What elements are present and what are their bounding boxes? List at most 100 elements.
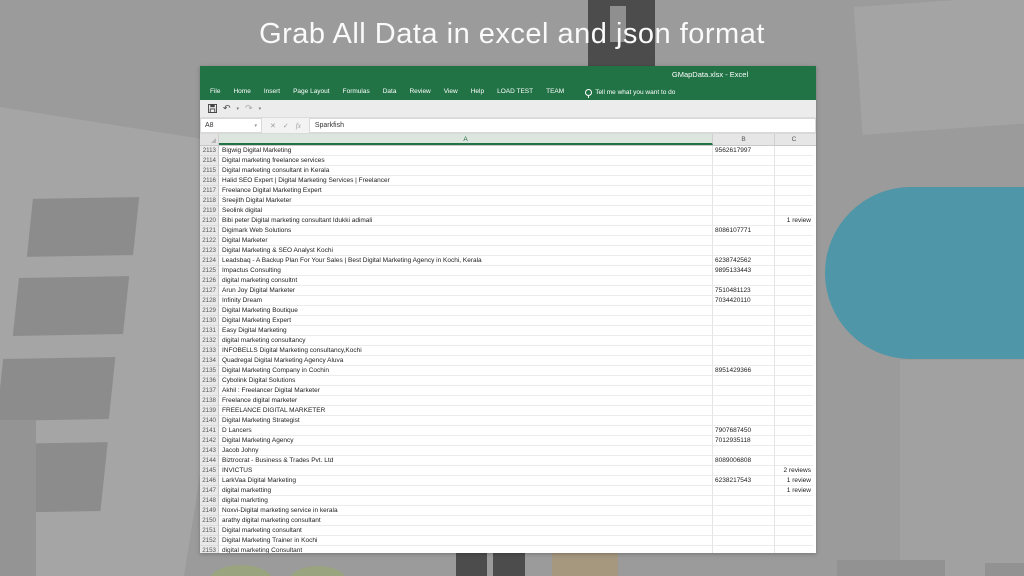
cancel-icon[interactable]: ✕ <box>270 122 276 130</box>
name-box[interactable]: A8 ▾ <box>200 118 262 133</box>
row-header[interactable]: 2125 <box>200 266 219 276</box>
cell-name[interactable]: digital marketing Consultant <box>219 546 713 553</box>
ribbon-tab-file[interactable]: File <box>210 84 220 100</box>
cell-reviews[interactable] <box>775 176 813 186</box>
cell-reviews[interactable] <box>775 416 813 426</box>
cell-reviews[interactable] <box>775 446 813 456</box>
cell-phone[interactable] <box>713 546 775 553</box>
cell-reviews[interactable]: 1 review <box>775 486 813 496</box>
column-header-c[interactable]: C <box>775 134 813 145</box>
cell-reviews[interactable] <box>775 206 813 216</box>
cell-phone[interactable] <box>713 416 775 426</box>
cell-name[interactable]: Noxvi-Digital marketing service in keral… <box>219 506 713 516</box>
cell-name[interactable]: Digital marketing consultant <box>219 526 713 536</box>
cell-reviews[interactable] <box>775 346 813 356</box>
row-header[interactable]: 2131 <box>200 326 219 336</box>
cell-name[interactable]: Biztrocrat - Business & Trades Pvt. Ltd <box>219 456 713 466</box>
row-header[interactable]: 2115 <box>200 166 219 176</box>
row-header[interactable]: 2129 <box>200 306 219 316</box>
cell-phone[interactable] <box>713 166 775 176</box>
cell-phone[interactable] <box>713 346 775 356</box>
qat-customize-icon[interactable]: ▾ <box>259 106 262 112</box>
cell-name[interactable]: Arun Joy Digital Marketer <box>219 286 713 296</box>
row-header[interactable]: 2128 <box>200 296 219 306</box>
cell-phone[interactable]: 6238742562 <box>713 256 775 266</box>
save-icon[interactable] <box>208 104 217 113</box>
row-header[interactable]: 2140 <box>200 416 219 426</box>
undo-icon[interactable]: ↶ <box>223 104 231 113</box>
cell-phone[interactable] <box>713 206 775 216</box>
cell-name[interactable]: Freelance Digital Marketing Expert <box>219 186 713 196</box>
cell-name[interactable]: Digital Marketer <box>219 236 713 246</box>
row-header[interactable]: 2145 <box>200 466 219 476</box>
cell-name[interactable]: Digital Marketing Trainer in Kochi <box>219 536 713 546</box>
redo-icon[interactable]: ↷ <box>245 104 253 113</box>
cell-name[interactable]: INVICTUS <box>219 466 713 476</box>
cell-reviews[interactable] <box>775 186 813 196</box>
cell-name[interactable]: Seolink digital <box>219 206 713 216</box>
cell-phone[interactable] <box>713 526 775 536</box>
ribbon-tab-load-test[interactable]: LOAD TEST <box>497 84 533 100</box>
column-header-a[interactable]: A <box>219 134 713 145</box>
row-header[interactable]: 2148 <box>200 496 219 506</box>
cell-reviews[interactable] <box>775 356 813 366</box>
cell-name[interactable]: Bigwig Digital Marketing <box>219 146 713 156</box>
cell-reviews[interactable] <box>775 246 813 256</box>
cell-name[interactable]: D Lancers <box>219 426 713 436</box>
cell-phone[interactable] <box>713 376 775 386</box>
cell-name[interactable]: Quadregal Digital Marketing Agency Aluva <box>219 356 713 366</box>
cell-name[interactable]: digital marketing consultnt <box>219 276 713 286</box>
cell-phone[interactable] <box>713 486 775 496</box>
cell-name[interactable]: digital marketing consultancy <box>219 336 713 346</box>
cell-reviews[interactable] <box>775 496 813 506</box>
cell-phone[interactable] <box>713 236 775 246</box>
cell-name[interactable]: Akhil : Freelancer Digital Marketer <box>219 386 713 396</box>
cell-reviews[interactable] <box>775 516 813 526</box>
cell-name[interactable]: Digital Marketing Agency <box>219 436 713 446</box>
row-header[interactable]: 2134 <box>200 356 219 366</box>
cell-name[interactable]: Digital Marketing & SEO Analyst Kochi <box>219 246 713 256</box>
row-header[interactable]: 2143 <box>200 446 219 456</box>
row-header[interactable]: 2136 <box>200 376 219 386</box>
cell-phone[interactable] <box>713 356 775 366</box>
row-header[interactable]: 2152 <box>200 536 219 546</box>
cell-name[interactable]: Sreejith Digital Marketer <box>219 196 713 206</box>
cell-reviews[interactable] <box>775 546 813 553</box>
cell-reviews[interactable] <box>775 336 813 346</box>
cell-reviews[interactable] <box>775 506 813 516</box>
cell-reviews[interactable] <box>775 376 813 386</box>
undo-caret-icon[interactable]: ▾ <box>237 106 240 112</box>
cell-phone[interactable] <box>713 446 775 456</box>
insert-function-icon[interactable]: fx <box>296 122 301 130</box>
cell-phone[interactable] <box>713 186 775 196</box>
cell-name[interactable]: LarkVaa Digital Marketing <box>219 476 713 486</box>
row-header[interactable]: 2116 <box>200 176 219 186</box>
cell-name[interactable]: Jacob Johny <box>219 446 713 456</box>
cell-reviews[interactable] <box>775 316 813 326</box>
cell-name[interactable]: Easy Digital Marketing <box>219 326 713 336</box>
row-header[interactable]: 2141 <box>200 426 219 436</box>
cell-reviews[interactable]: 1 review <box>775 216 813 226</box>
row-header[interactable]: 2132 <box>200 336 219 346</box>
cell-reviews[interactable] <box>775 196 813 206</box>
row-header[interactable]: 2114 <box>200 156 219 166</box>
cell-name[interactable]: Bibi peter Digital marketing consultant … <box>219 216 713 226</box>
cell-phone[interactable]: 6238217543 <box>713 476 775 486</box>
formula-bar-input[interactable]: Sparkfish <box>309 118 816 133</box>
cell-reviews[interactable]: 2 reviews <box>775 466 813 476</box>
cell-reviews[interactable] <box>775 166 813 176</box>
cell-phone[interactable]: 7012935118 <box>713 436 775 446</box>
ribbon-tab-data[interactable]: Data <box>383 84 397 100</box>
row-header[interactable]: 2123 <box>200 246 219 256</box>
row-header[interactable]: 2147 <box>200 486 219 496</box>
tell-me-box[interactable]: Tell me what you want to do <box>585 89 675 96</box>
row-header[interactable]: 2144 <box>200 456 219 466</box>
cell-phone[interactable] <box>713 176 775 186</box>
cell-name[interactable]: Digital marketing freelance services <box>219 156 713 166</box>
row-header[interactable]: 2150 <box>200 516 219 526</box>
row-header[interactable]: 2122 <box>200 236 219 246</box>
cell-phone[interactable] <box>713 466 775 476</box>
ribbon-tab-insert[interactable]: Insert <box>264 84 280 100</box>
cell-phone[interactable]: 8951429366 <box>713 366 775 376</box>
row-header[interactable]: 2135 <box>200 366 219 376</box>
